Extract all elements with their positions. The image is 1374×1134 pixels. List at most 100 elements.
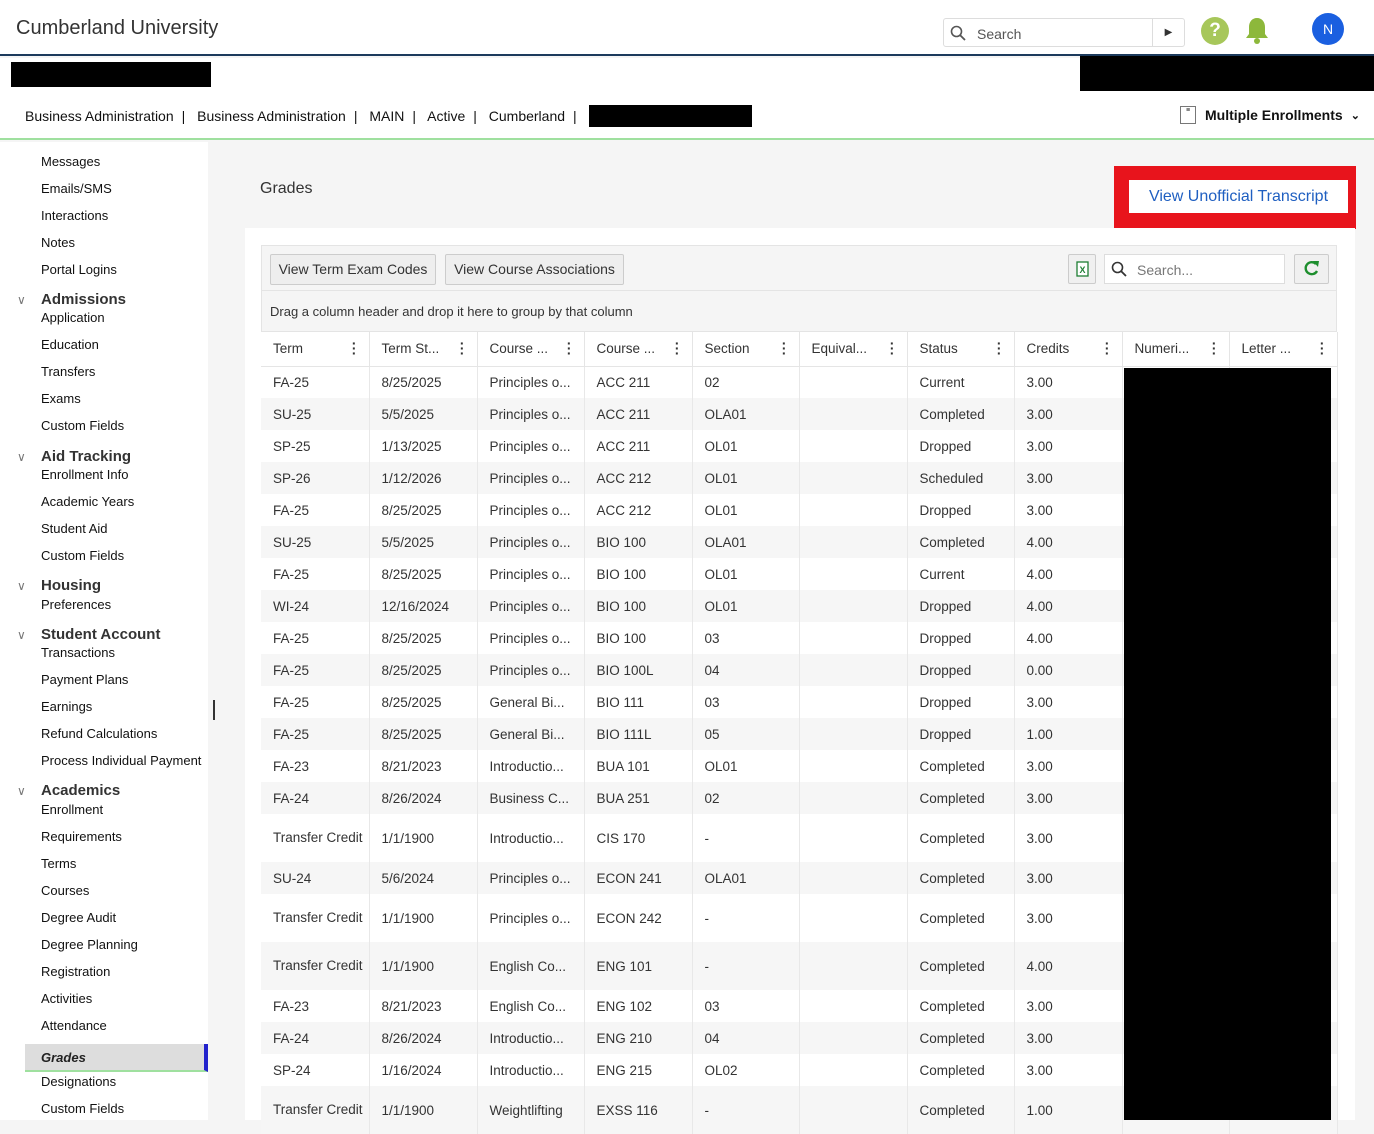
sidebar-item-refund-calculations[interactable]: Refund Calculations <box>41 726 157 741</box>
sidebar-item-courses[interactable]: Courses <box>41 883 89 898</box>
multiple-enrollments-dropdown[interactable]: ≡ Multiple Enrollments ⌄ <box>1180 106 1360 124</box>
column-header[interactable]: Course ... · · · <box>477 332 585 367</box>
column-menu-icon[interactable]: · · · <box>1212 336 1217 360</box>
sidebar-item-degree-audit[interactable]: Degree Audit <box>41 910 116 925</box>
column-header[interactable]: Letter ... · · · <box>1229 332 1338 367</box>
column-menu-icon[interactable]: · · · <box>567 336 572 360</box>
sidebar-item-transactions[interactable]: Transactions <box>41 645 115 660</box>
global-search[interactable]: Search ▶ <box>943 18 1185 47</box>
column-menu-icon[interactable]: · · · <box>1320 336 1325 360</box>
sidebar-group-admissions[interactable]: ∨ Admissions <box>17 291 126 308</box>
sidebar-item-preferences[interactable]: Preferences <box>41 597 111 612</box>
column-header[interactable]: Term · · · <box>261 332 370 367</box>
column-header-label: Equival... <box>811 341 868 357</box>
search-input[interactable]: Search <box>977 26 1021 42</box>
column-header-label: Term <box>273 341 303 357</box>
grid-search-input[interactable]: Search... <box>1137 262 1193 278</box>
table-cell <box>799 558 908 590</box>
sidebar-item-registration[interactable]: Registration <box>41 964 110 979</box>
table-cell: 8/21/2023 <box>369 990 478 1022</box>
view-term-exam-codes-button[interactable]: View Term Exam Codes <box>270 254 436 285</box>
table-cell: 8/25/2025 <box>369 622 478 654</box>
refresh-icon[interactable] <box>1294 254 1329 284</box>
table-cell: 1/1/1900 <box>369 814 478 862</box>
sidebar-item-enrollment[interactable]: Enrollment <box>41 802 103 817</box>
sidebar-item-attendance[interactable]: Attendance <box>41 1018 107 1033</box>
sidebar-item-portal-logins[interactable]: Portal Logins <box>41 262 117 277</box>
sidebar-item-messages[interactable]: Messages <box>41 154 100 169</box>
bell-icon[interactable] <box>1244 16 1270 49</box>
column-header-label: Course ... <box>489 341 549 357</box>
table-cell: BIO 111 <box>584 686 693 718</box>
view-course-associations-button[interactable]: View Course Associations <box>445 254 624 285</box>
table-cell: 3.00 <box>1014 782 1123 814</box>
sidebar-item-payment-plans[interactable]: Payment Plans <box>41 672 128 687</box>
sidebar-item-custom-fields[interactable]: Custom Fields <box>41 1101 124 1116</box>
table-cell: 0.00 <box>1014 654 1123 686</box>
sidebar-item-emails-sms[interactable]: Emails/SMS <box>41 181 112 196</box>
scrollbar-thumb[interactable] <box>213 700 215 720</box>
sidebar-item-earnings[interactable]: Earnings <box>41 699 92 714</box>
sidebar-item-grades[interactable]: Grades <box>25 1044 208 1072</box>
table-cell: Scheduled <box>907 462 1015 494</box>
table-cell <box>799 814 908 862</box>
sidebar-item-application[interactable]: Application <box>41 310 105 325</box>
sidebar-group-student-account[interactable]: ∨ Student Account <box>17 626 160 643</box>
sidebar-item-process-individual-payment[interactable]: Process Individual Payment <box>41 753 201 768</box>
column-header[interactable]: Credits · · · <box>1014 332 1123 367</box>
column-menu-icon[interactable]: · · · <box>782 336 787 360</box>
excel-export-icon[interactable]: X <box>1068 254 1096 284</box>
table-cell: 1/1/1900 <box>369 1086 478 1134</box>
sidebar-item-academic-years[interactable]: Academic Years <box>41 494 134 509</box>
sidebar-item-requirements[interactable]: Requirements <box>41 829 122 844</box>
column-menu-icon[interactable]: · · · <box>890 336 895 360</box>
sidebar-item-student-aid[interactable]: Student Aid <box>41 521 108 536</box>
sidebar-item-notes[interactable]: Notes <box>41 235 75 250</box>
sidebar-item-education[interactable]: Education <box>41 337 99 352</box>
avatar[interactable]: N <box>1312 13 1344 45</box>
sidebar-item-enrollment-info[interactable]: Enrollment Info <box>41 467 128 482</box>
sidebar-item-custom-fields[interactable]: Custom Fields <box>41 418 124 433</box>
column-header[interactable]: Equival... · · · <box>799 332 908 367</box>
table-cell: BIO 100 <box>584 526 693 558</box>
column-menu-icon[interactable]: · · · <box>675 336 680 360</box>
sidebar-group-aid-tracking[interactable]: ∨ Aid Tracking <box>17 448 131 465</box>
table-cell: Completed <box>907 862 1015 894</box>
sidebar-item-designations[interactable]: Designations <box>41 1074 116 1089</box>
help-icon[interactable]: ? <box>1201 17 1229 45</box>
table-cell: Principles o... <box>477 862 585 894</box>
column-header[interactable]: Course ... · · · <box>584 332 693 367</box>
sidebar-item-custom-fields[interactable]: Custom Fields <box>41 548 124 563</box>
table-cell: Current <box>907 366 1015 398</box>
sidebar-group-label: Academics <box>41 782 121 799</box>
search-icon <box>1111 261 1127 282</box>
sidebar-group-housing[interactable]: ∨ Housing <box>17 577 101 594</box>
sidebar-item-activities[interactable]: Activities <box>41 991 92 1006</box>
table-cell: Completed <box>907 942 1015 990</box>
table-cell: OL01 <box>692 462 800 494</box>
table-cell: Completed <box>907 1086 1015 1134</box>
group-drop-area[interactable]: Drag a column header and drop it here to… <box>261 291 1337 332</box>
column-header[interactable]: Section · · · <box>692 332 800 367</box>
sidebar-group-academics[interactable]: ∨ Academics <box>17 782 120 799</box>
table-cell: 02 <box>692 366 800 398</box>
table-cell: 12/16/2024 <box>369 590 478 622</box>
grid-search-field[interactable]: Search... <box>1104 254 1285 284</box>
table-cell: 8/26/2024 <box>369 782 478 814</box>
column-header[interactable]: Term St... · · · <box>369 332 478 367</box>
column-menu-icon[interactable]: · · · <box>997 336 1002 360</box>
column-menu-icon[interactable]: · · · <box>352 336 357 360</box>
sidebar-item-transfers[interactable]: Transfers <box>41 364 95 379</box>
sidebar-item-exams[interactable]: Exams <box>41 391 81 406</box>
column-header[interactable]: Numeri... · · · <box>1122 332 1230 367</box>
table-cell: - <box>692 814 800 862</box>
search-go-icon[interactable]: ▶ <box>1152 19 1184 46</box>
sidebar-item-interactions[interactable]: Interactions <box>41 208 108 223</box>
column-menu-icon[interactable]: · · · <box>460 336 465 360</box>
column-menu-icon[interactable]: · · · <box>1105 336 1110 360</box>
table-cell: 3.00 <box>1014 750 1123 782</box>
sidebar-item-terms[interactable]: Terms <box>41 856 76 871</box>
column-header[interactable]: Status · · · <box>907 332 1015 367</box>
table-cell: OL01 <box>692 430 800 462</box>
sidebar-item-degree-planning[interactable]: Degree Planning <box>41 937 138 952</box>
